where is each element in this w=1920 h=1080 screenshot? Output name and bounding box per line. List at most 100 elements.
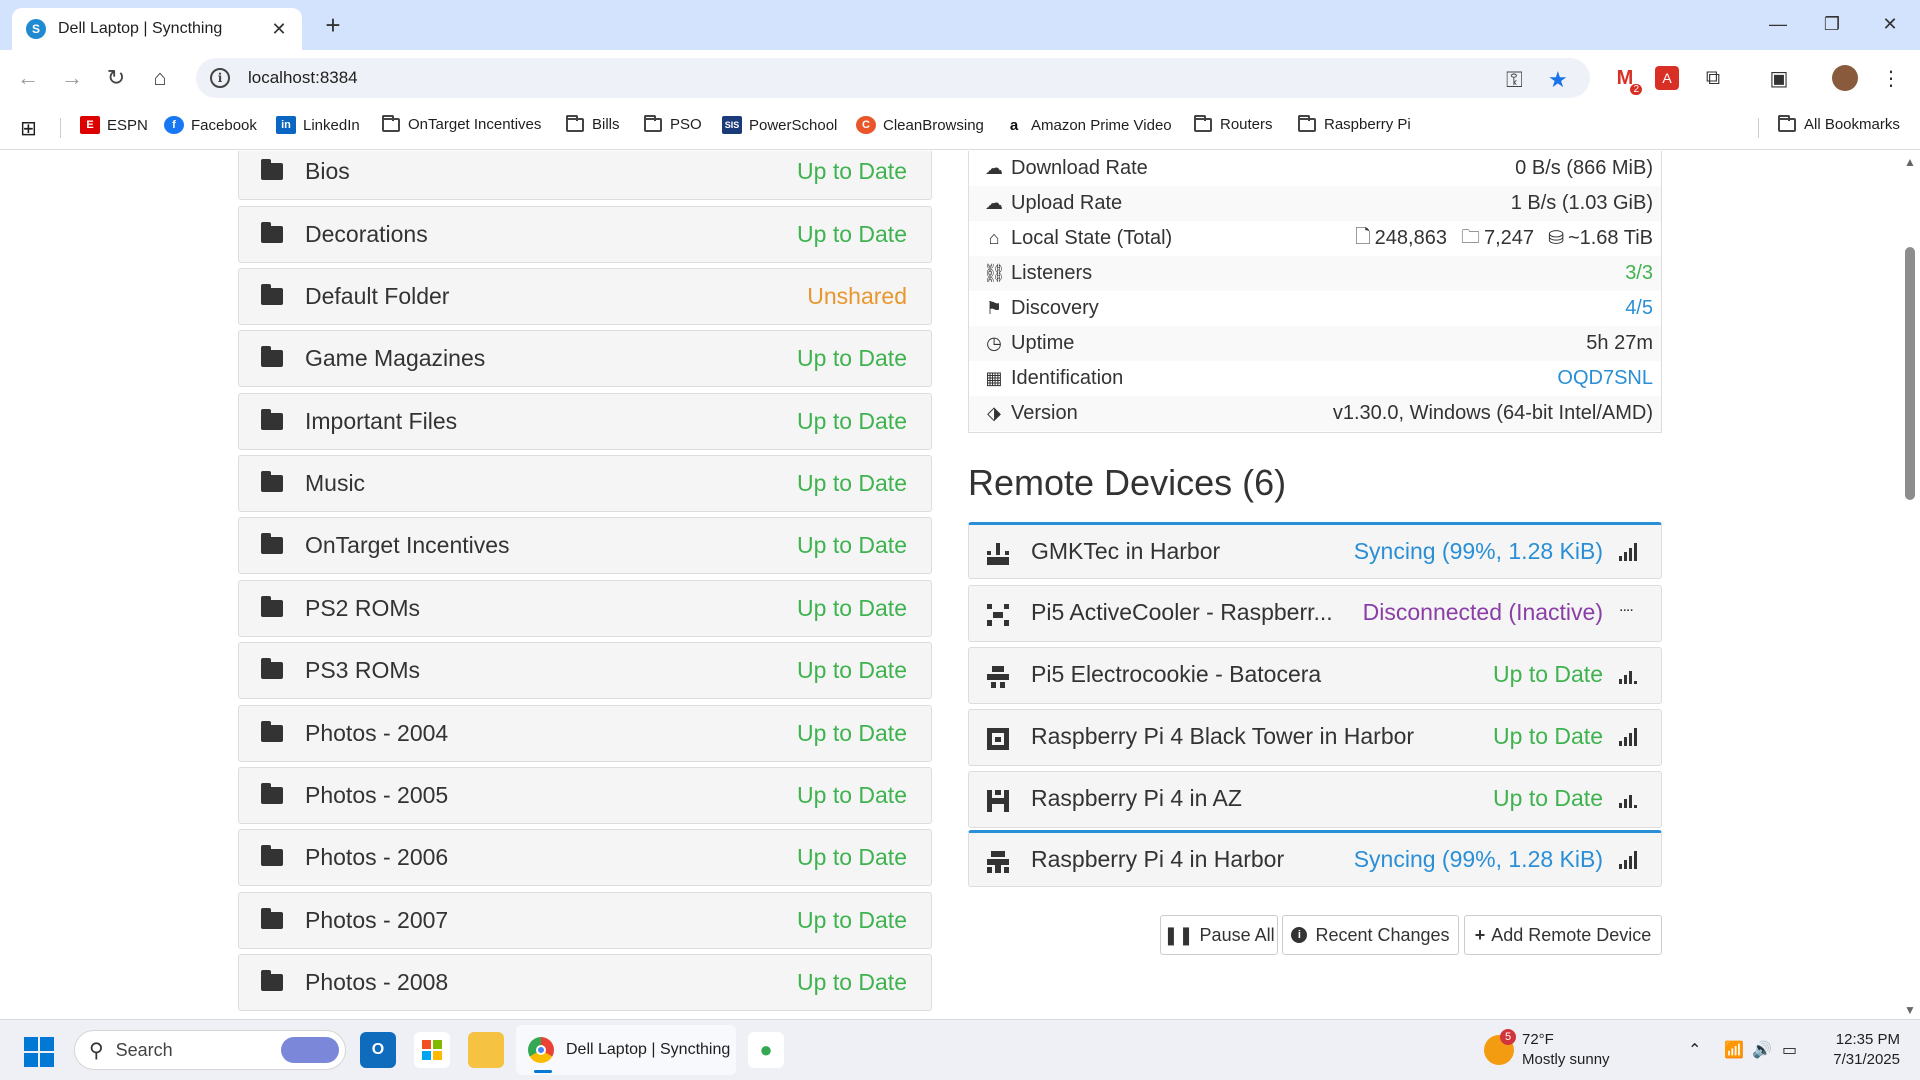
add-remote-device-button[interactable]: + Add Remote Device (1464, 915, 1662, 955)
site-info-icon[interactable]: i (210, 68, 230, 88)
bookmark-ontarget[interactable]: OnTarget Incentives (382, 114, 541, 133)
folder-panel[interactable]: PS3 ROMs Up to Date (238, 642, 932, 699)
windows-start-icon[interactable] (24, 1037, 54, 1067)
close-window-button[interactable]: ✕ (1868, 6, 1912, 42)
bookmark-amazon-prime[interactable]: a Amazon Prime Video (1004, 116, 1172, 134)
weather-desc: Mostly sunny (1522, 1051, 1610, 1068)
taskbar-clock[interactable]: 12:35 PM 7/31/2025 (1810, 1030, 1900, 1070)
row-label: Upload Rate (1011, 192, 1123, 214)
bookmark-cleanbrowsing[interactable]: C CleanBrowsing (856, 116, 984, 134)
folder-name: Default Folder (305, 283, 450, 309)
address-bar[interactable]: i localhost:8384 ⚿ ★ (196, 58, 1590, 98)
folder-panel[interactable]: Important Files Up to Date (238, 393, 932, 450)
scroll-down-icon[interactable]: ▼ (1904, 1003, 1916, 1017)
bookmark-pso[interactable]: PSO (644, 114, 702, 133)
weather-widget[interactable]: 5 72°F Mostly sunny (1484, 1029, 1610, 1070)
apps-grid-icon[interactable]: ⊞ (20, 116, 37, 141)
all-bookmarks-button[interactable]: All Bookmarks (1778, 114, 1900, 133)
recent-changes-button[interactable]: i Recent Changes (1282, 915, 1459, 955)
bookmark-star-icon[interactable]: ★ (1548, 67, 1568, 93)
bookmarks-bar: ⊞ E ESPN f Facebook in LinkedIn OnTarget In… (0, 106, 1920, 150)
page-scrollbar[interactable]: ▲ ▼ (1900, 151, 1920, 1019)
remote-device-panel[interactable]: Raspberry Pi 4 in Harbor Syncing (99%, 1… (968, 830, 1662, 887)
folder-panel[interactable]: Music Up to Date (238, 455, 932, 512)
device-identicon-icon (987, 728, 1009, 750)
file-count: 248,863 (1374, 227, 1447, 249)
back-button[interactable]: ← (10, 60, 46, 96)
folder-status: Up to Date (797, 595, 907, 621)
folder-status: Up to Date (797, 470, 907, 496)
folder-panel[interactable]: Photos - 2004 Up to Date (238, 705, 932, 762)
chevron-up-icon[interactable]: ⌃ (1688, 1040, 1701, 1060)
folder-panel[interactable]: Bios Up to Date (238, 151, 932, 200)
syncthing-page: Bios Up to Date Decorations Up to Date D… (0, 151, 1920, 1019)
bookmark-facebook[interactable]: f Facebook (164, 116, 257, 134)
tab-search-icon[interactable]: ▣ (1764, 63, 1794, 93)
scroll-up-icon[interactable]: ▲ (1904, 155, 1916, 169)
bookmark-espn[interactable]: E ESPN (80, 116, 148, 134)
maps-icon[interactable]: ● (748, 1032, 784, 1068)
folder-panel[interactable]: Decorations Up to Date (238, 206, 932, 263)
volume-icon[interactable]: 🔊 (1752, 1040, 1772, 1060)
device-identicon-icon (987, 604, 1009, 626)
folder-panel[interactable]: PS2 ROMs Up to Date (238, 580, 932, 637)
reload-button[interactable]: ↻ (98, 60, 134, 96)
folder-panel[interactable]: Default Folder Unshared (238, 268, 932, 325)
folder-outline-icon: 🗀 (1460, 226, 1480, 248)
row-label: Download Rate (1011, 157, 1148, 179)
file-explorer-icon[interactable] (468, 1032, 504, 1068)
folder-panel[interactable]: Photos - 2006 Up to Date (238, 829, 932, 886)
remote-device-panel[interactable]: Raspberry Pi 4 in AZ Up to Date (968, 771, 1662, 828)
bookmark-linkedin[interactable]: in LinkedIn (276, 116, 360, 134)
bookmark-powerschool[interactable]: SIS PowerSchool (722, 116, 837, 134)
row-label: Identification (1011, 367, 1124, 389)
menu-kebab-icon[interactable]: ⋮ (1876, 63, 1906, 93)
profile-avatar[interactable] (1830, 63, 1860, 93)
folder-panel[interactable]: Photos - 2007 Up to Date (238, 892, 932, 949)
remote-device-panel[interactable]: Pi5 Electrocookie - Batocera Up to Date (968, 647, 1662, 704)
outlook-icon[interactable]: O (360, 1032, 396, 1068)
folder-panel[interactable]: Game Magazines Up to Date (238, 330, 932, 387)
forward-button[interactable]: → (54, 60, 90, 96)
signal-medium-icon (1619, 666, 1639, 684)
bookmark-routers[interactable]: Routers (1194, 114, 1273, 133)
folder-panel[interactable]: OnTarget Incentives Up to Date (238, 517, 932, 574)
folder-panel[interactable]: Photos - 2005 Up to Date (238, 767, 932, 824)
url-text[interactable]: localhost:8384 (248, 68, 358, 88)
remote-device-panel[interactable]: GMKTec in Harbor Syncing (99%, 1.28 KiB) (968, 522, 1662, 579)
folder-icon (261, 346, 283, 367)
maximize-button[interactable]: ❐ (1810, 6, 1854, 42)
discovery-value[interactable]: 4/5 (1625, 297, 1653, 320)
taskbar-search[interactable]: ⚲ Search (74, 1030, 346, 1070)
signal-strong-icon (1619, 728, 1639, 746)
device-name: Raspberry Pi 4 in AZ (1031, 785, 1242, 811)
battery-icon[interactable]: ▭ (1782, 1040, 1797, 1060)
gmail-extension-icon[interactable]: M 2 (1610, 63, 1642, 95)
scrollbar-thumb[interactable] (1905, 247, 1915, 500)
password-key-icon[interactable]: ⚿ (1506, 67, 1523, 93)
folder-status: Up to Date (797, 221, 907, 247)
remote-device-panel[interactable]: Pi5 ActiveCooler - Raspberr... Disconnec… (968, 585, 1662, 642)
store-icon[interactable] (414, 1032, 450, 1068)
folder-name: Photos - 2008 (305, 969, 449, 995)
new-tab-button[interactable]: + (318, 10, 348, 40)
remote-device-panel[interactable]: Raspberry Pi 4 Black Tower in Harbor Up … (968, 709, 1662, 766)
pause-all-button[interactable]: ❚❚ Pause All (1160, 915, 1278, 955)
device-id-link[interactable]: OQD7SNL (1557, 367, 1653, 390)
extensions-puzzle-icon[interactable]: ⧉ (1698, 63, 1728, 93)
bookmark-raspberry-pi[interactable]: Raspberry Pi (1298, 114, 1411, 133)
tab-syncthing[interactable]: S Dell Laptop | Syncthing ✕ (12, 8, 302, 50)
listeners-value[interactable]: 3/3 (1625, 262, 1653, 285)
wifi-icon[interactable]: 📶 (1724, 1040, 1744, 1060)
uptime-row: ◷ Uptime 5h 27m (969, 326, 1661, 361)
device-identicon-icon (987, 666, 1009, 688)
close-tab-icon[interactable]: ✕ (268, 19, 290, 40)
home-icon: ⌂ (988, 228, 1000, 248)
folder-panel[interactable]: Photos - 2008 Up to Date (238, 954, 932, 1011)
taskbar-chrome-window[interactable]: Dell Laptop | Syncthing (516, 1025, 736, 1075)
amazon-icon: a (1004, 116, 1024, 134)
minimize-button[interactable]: — (1756, 6, 1800, 42)
home-button[interactable]: ⌂ (142, 60, 178, 96)
pdf-extension-icon[interactable]: A (1652, 63, 1682, 93)
bookmark-bills[interactable]: Bills (566, 114, 620, 133)
